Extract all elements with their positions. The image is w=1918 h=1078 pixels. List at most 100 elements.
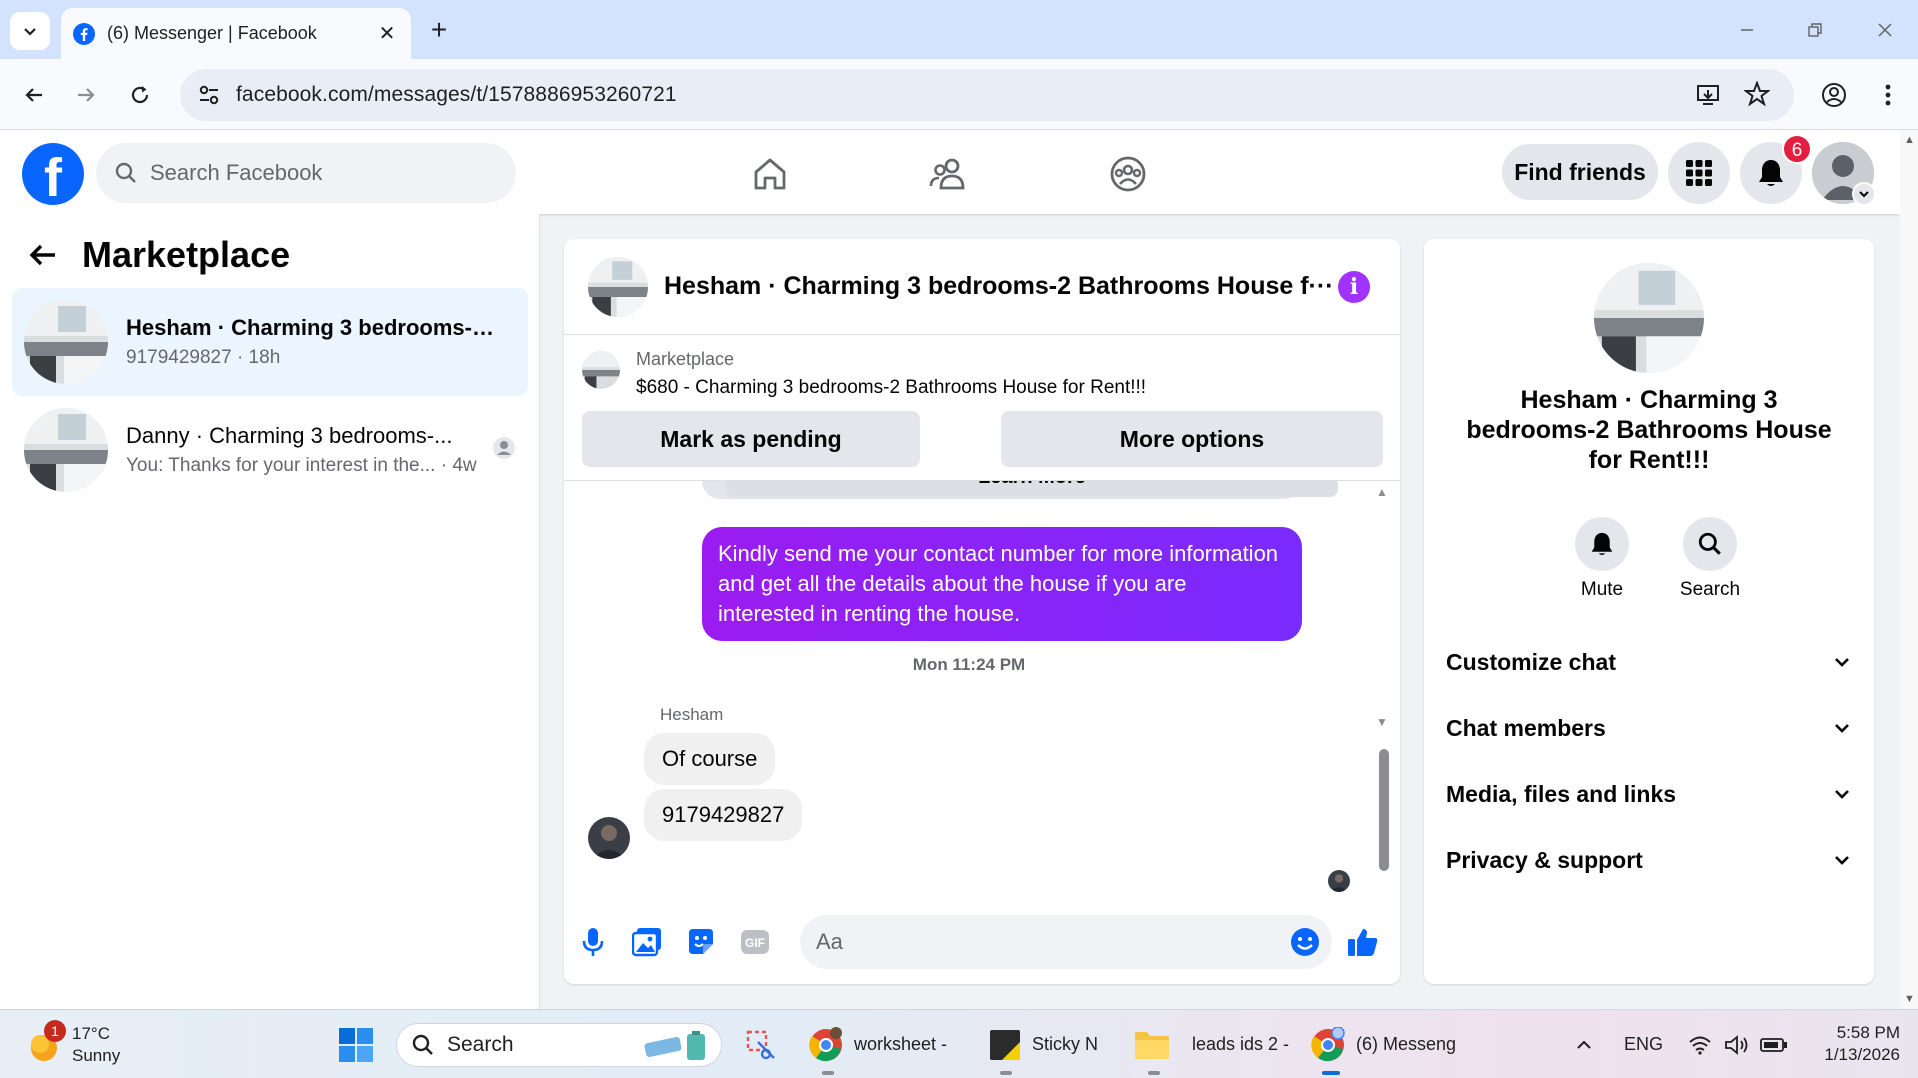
travel-search-highlight-icon <box>644 1031 705 1060</box>
site-info-icon[interactable] <box>196 82 222 113</box>
conversation-list-panel: Marketplace Hesham · Charming 3 bedrooms… <box>0 214 540 1009</box>
snipping-tool-icon <box>746 1030 775 1059</box>
taskbar-app-file-explorer[interactable]: leads ids 2 - <box>1134 1010 1312 1078</box>
taskbar-app-sticky-notes[interactable]: Sticky N <box>988 1010 1112 1078</box>
restore-icon <box>1808 23 1822 37</box>
nav-friends[interactable] <box>918 150 978 198</box>
bookmark-star-icon[interactable] <box>1743 80 1771 112</box>
install-app-icon[interactable] <box>1696 82 1722 113</box>
clock-time: 5:58 PM <box>1836 1023 1900 1042</box>
page-scrollbar[interactable]: ▲ ▼ <box>1900 130 1918 1009</box>
section-label: Customize chat <box>1446 648 1616 675</box>
more-options-button[interactable]: More options <box>1001 411 1383 467</box>
minimize-icon <box>1741 29 1753 31</box>
microphone-icon[interactable] <box>576 925 610 959</box>
chevron-down-icon <box>1835 724 1849 733</box>
menu-button[interactable] <box>1668 142 1730 204</box>
search-icon <box>1698 532 1721 555</box>
search-in-conversation-button[interactable]: Search <box>1670 517 1750 601</box>
bell-icon <box>1591 532 1613 556</box>
sender-name: Hesham <box>660 705 724 724</box>
mark-as-pending-button[interactable]: Mark as pending <box>582 411 920 467</box>
message-input-field[interactable] <box>800 915 1332 969</box>
taskbar-search[interactable]: Search <box>396 1023 722 1067</box>
find-friends-button[interactable]: Find friends <box>1502 144 1658 200</box>
restore-button[interactable] <box>1792 12 1838 48</box>
marketplace-title: Marketplace <box>82 234 291 275</box>
browser-menu-button[interactable] <box>1868 75 1908 115</box>
forward-button[interactable] <box>66 75 106 115</box>
conversation-info-icon[interactable]: i <box>1338 271 1370 303</box>
chat-scrollbar-thumb[interactable] <box>1379 749 1389 871</box>
profile-button[interactable] <box>1814 75 1854 115</box>
windows-taskbar: 17°C Sunny 1 Search worksheet - Sticky N… <box>0 1009 1918 1078</box>
message-input[interactable] <box>816 929 1256 955</box>
conversation-item-danny[interactable]: Danny · Charming 3 bedrooms-... You: Tha… <box>12 396 528 504</box>
show-hidden-icons[interactable] <box>1574 1010 1594 1078</box>
chat-members-section[interactable]: Chat members <box>1446 703 1852 753</box>
new-tab-button[interactable]: + <box>422 14 456 48</box>
conversation-name: Hesham · Charming 3 bedrooms-2... <box>126 315 496 340</box>
start-button[interactable] <box>338 1010 374 1078</box>
weather-widget[interactable]: 17°C Sunny 1 <box>26 1010 120 1078</box>
taskbar-app-chrome-worksheet[interactable]: worksheet - <box>808 1010 964 1078</box>
weather-badge: 1 <box>44 1020 66 1042</box>
back-button[interactable] <box>14 75 54 115</box>
tab-close-icon[interactable]: ✕ <box>375 21 399 46</box>
scroll-up-arrow[interactable]: ▲ <box>1376 485 1388 499</box>
message-timestamp: Mon 11:24 PM <box>912 655 1026 674</box>
chat-avatar[interactable] <box>588 256 648 317</box>
customize-chat-section[interactable]: Customize chat <box>1446 637 1852 687</box>
chat-title[interactable]: Hesham · Charming 3 bedrooms-2 Bathrooms… <box>664 272 1334 301</box>
conversation-avatar-large[interactable] <box>1594 263 1704 373</box>
minimize-button[interactable] <box>1724 12 1770 48</box>
page-scroll-up-arrow[interactable]: ▲ <box>1904 134 1915 146</box>
gif-icon[interactable]: GIF <box>738 925 772 959</box>
more-vert-icon <box>1885 84 1891 106</box>
chevron-down-icon <box>1835 658 1849 667</box>
chevron-up-icon <box>1577 1040 1591 1049</box>
tab-search-button[interactable] <box>10 12 50 50</box>
thumbs-up-icon[interactable] <box>1346 925 1380 959</box>
section-label: Privacy & support <box>1446 846 1643 873</box>
chevron-down-icon <box>1835 790 1849 799</box>
taskbar-app-label: (6) Messeng <box>1356 1034 1457 1054</box>
scroll-down-arrow[interactable]: ▼ <box>1376 715 1388 729</box>
photo-icon[interactable] <box>630 925 664 959</box>
account-menu-caret[interactable] <box>1852 182 1876 206</box>
mute-button[interactable]: Mute <box>1562 517 1642 601</box>
privacy-support-section[interactable]: Privacy & support <box>1446 835 1852 885</box>
facebook-logo[interactable]: f <box>22 143 84 205</box>
search-input[interactable] <box>150 160 470 186</box>
home-icon <box>754 158 786 190</box>
network-volume-battery[interactable] <box>1688 1010 1788 1078</box>
message-composer: GIF <box>564 907 1400 977</box>
sender-avatar[interactable] <box>588 817 630 859</box>
wifi-icon <box>1689 1036 1711 1055</box>
learn-more-button[interactable]: Learn More <box>726 481 1338 497</box>
taskbar-app-snipping[interactable] <box>744 1010 778 1078</box>
chevron-down-icon <box>1859 191 1869 198</box>
address-bar[interactable]: facebook.com/messages/t/1578886953260721 <box>180 69 1794 121</box>
language-indicator[interactable]: ENG <box>1624 1010 1663 1078</box>
close-icon <box>1878 23 1892 37</box>
back-arrow-icon[interactable] <box>28 240 58 270</box>
page-scroll-down-arrow[interactable]: ▼ <box>1904 993 1915 1005</box>
svg-text:GIF: GIF <box>745 936 765 950</box>
taskbar-app-chrome-messenger[interactable]: (6) Messeng <box>1310 1010 1458 1078</box>
media-files-links-section[interactable]: Media, files and links <box>1446 769 1852 819</box>
listing-title[interactable]: $680 - Charming 3 bedrooms-2 Bathrooms H… <box>636 377 1146 399</box>
nav-groups[interactable] <box>1098 150 1158 198</box>
facebook-search[interactable] <box>96 143 516 203</box>
nav-home[interactable] <box>740 150 800 198</box>
system-clock[interactable]: 5:58 PM 1/13/2026 <box>1800 1022 1900 1066</box>
listing-thumbnail[interactable] <box>582 351 620 389</box>
reload-button[interactable] <box>120 75 160 115</box>
close-window-button[interactable] <box>1862 12 1908 48</box>
conversation-item-hesham[interactable]: Hesham · Charming 3 bedrooms-2... 917942… <box>12 288 528 396</box>
browser-tab-messenger[interactable]: (6) Messenger | Facebook ✕ <box>61 8 411 59</box>
emoji-icon[interactable] <box>1290 927 1320 962</box>
seen-by-avatar-icon <box>492 436 516 465</box>
sticker-icon[interactable] <box>684 925 718 959</box>
tab-title: (6) Messenger | Facebook <box>107 23 317 43</box>
